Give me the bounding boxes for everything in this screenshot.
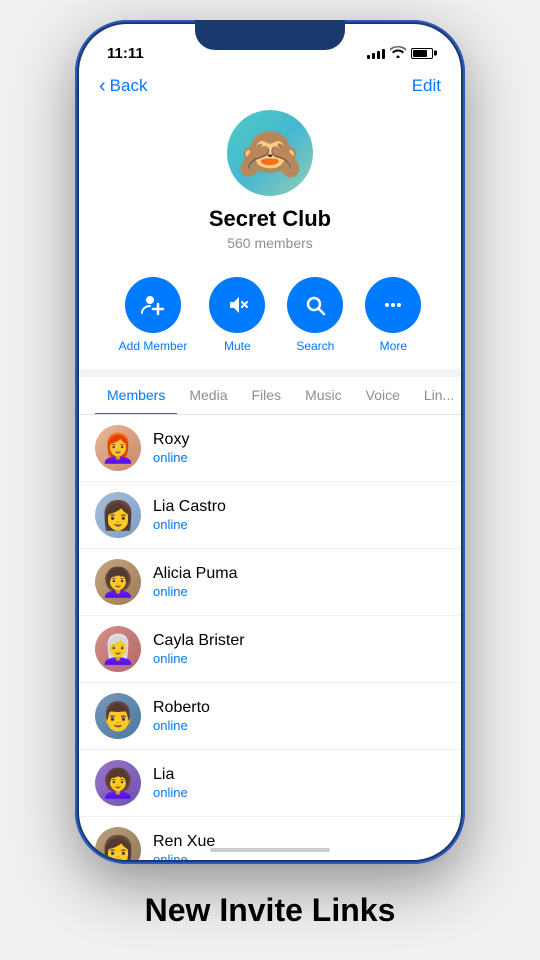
- back-button[interactable]: ‹ Back: [99, 76, 147, 96]
- member-name: Lia Castro: [153, 498, 226, 516]
- add-member-label: Add Member: [119, 339, 188, 353]
- member-info: Roxy online: [153, 431, 189, 465]
- member-status: online: [153, 651, 245, 666]
- home-indicator: [210, 848, 330, 852]
- wifi-icon: [390, 46, 406, 61]
- group-info: 🙈 Secret Club 560 members: [79, 102, 461, 267]
- tab-files[interactable]: Files: [240, 377, 294, 415]
- member-avatar: 👩: [95, 492, 141, 538]
- member-name: Lia: [153, 766, 188, 784]
- mute-icon: [225, 293, 249, 317]
- member-status: online: [153, 584, 237, 599]
- mute-button[interactable]: Mute: [209, 277, 265, 353]
- phone-frame: 11:11: [75, 20, 465, 864]
- add-member-button[interactable]: Add Member: [119, 277, 188, 353]
- mute-circle: [209, 277, 265, 333]
- member-avatar: 👨: [95, 693, 141, 739]
- tab-media[interactable]: Media: [177, 377, 239, 415]
- search-label: Search: [296, 339, 334, 353]
- page-wrapper: 11:11: [0, 0, 540, 960]
- more-button[interactable]: More: [365, 277, 421, 353]
- member-avatar: 👩: [95, 827, 141, 860]
- add-member-icon: [141, 293, 165, 317]
- tabs-bar: Members Media Files Music Voice Lin...: [79, 377, 461, 415]
- group-name: Secret Club: [209, 206, 331, 232]
- tab-voice[interactable]: Voice: [354, 377, 412, 415]
- member-name: Alicia Puma: [153, 565, 237, 583]
- more-icon: [381, 293, 405, 317]
- tab-links[interactable]: Lin...: [412, 377, 461, 415]
- add-member-circle: [125, 277, 181, 333]
- more-label: More: [380, 339, 407, 353]
- list-item[interactable]: 👩‍🦰 Roxy online: [79, 415, 461, 482]
- search-action-icon: [303, 293, 327, 317]
- member-avatar: 👩‍🦳: [95, 626, 141, 672]
- edit-button[interactable]: Edit: [412, 76, 441, 96]
- member-status: online: [153, 852, 215, 860]
- more-circle: [365, 277, 421, 333]
- list-item[interactable]: 👩‍🦱 Lia online: [79, 750, 461, 817]
- page-headline: New Invite Links: [145, 892, 396, 929]
- mute-label: Mute: [224, 339, 251, 353]
- group-avatar-emoji: 🙈: [238, 123, 303, 184]
- member-info: Ren Xue online: [153, 833, 215, 860]
- member-info: Cayla Brister online: [153, 632, 245, 666]
- list-item[interactable]: 👨 Roberto online: [79, 683, 461, 750]
- member-avatar: 👩‍🦱: [95, 760, 141, 806]
- tab-members[interactable]: Members: [95, 377, 177, 415]
- member-status: online: [153, 450, 189, 465]
- group-members-count: 560 members: [227, 235, 313, 251]
- member-info: Alicia Puma online: [153, 565, 237, 599]
- battery-icon: [411, 48, 433, 59]
- back-chevron-icon: ‹: [99, 76, 106, 96]
- tab-music[interactable]: Music: [293, 377, 354, 415]
- list-item[interactable]: 👩‍🦱 Alicia Puma online: [79, 549, 461, 616]
- back-label: Back: [110, 76, 148, 96]
- list-item[interactable]: 👩‍🦳 Cayla Brister online: [79, 616, 461, 683]
- member-status: online: [153, 718, 210, 733]
- group-avatar: 🙈: [227, 110, 313, 196]
- member-name: Roberto: [153, 699, 210, 717]
- member-name: Roxy: [153, 431, 189, 449]
- nav-bar: ‹ Back Edit: [79, 68, 461, 102]
- member-name: Cayla Brister: [153, 632, 245, 650]
- status-icons: [367, 46, 433, 61]
- list-item[interactable]: 👩 Lia Castro online: [79, 482, 461, 549]
- member-status: online: [153, 517, 226, 532]
- member-info: Roberto online: [153, 699, 210, 733]
- member-avatar: 👩‍🦱: [95, 559, 141, 605]
- member-avatar: 👩‍🦰: [95, 425, 141, 471]
- notch: [195, 20, 345, 50]
- list-item[interactable]: 👩 Ren Xue online: [79, 817, 461, 860]
- member-name: Ren Xue: [153, 833, 215, 851]
- members-list: 👩‍🦰 Roxy online 👩 Lia Castro online 👩‍🦱 …: [79, 415, 461, 860]
- member-status: online: [153, 785, 188, 800]
- search-circle: [287, 277, 343, 333]
- status-time: 11:11: [107, 45, 144, 62]
- signal-bars-icon: [367, 47, 385, 59]
- phone-inner: 11:11: [79, 24, 461, 860]
- section-divider: [79, 369, 461, 377]
- action-buttons: Add Member Mute: [79, 267, 461, 369]
- member-info: Lia online: [153, 766, 188, 800]
- search-button[interactable]: Search: [287, 277, 343, 353]
- member-info: Lia Castro online: [153, 498, 226, 532]
